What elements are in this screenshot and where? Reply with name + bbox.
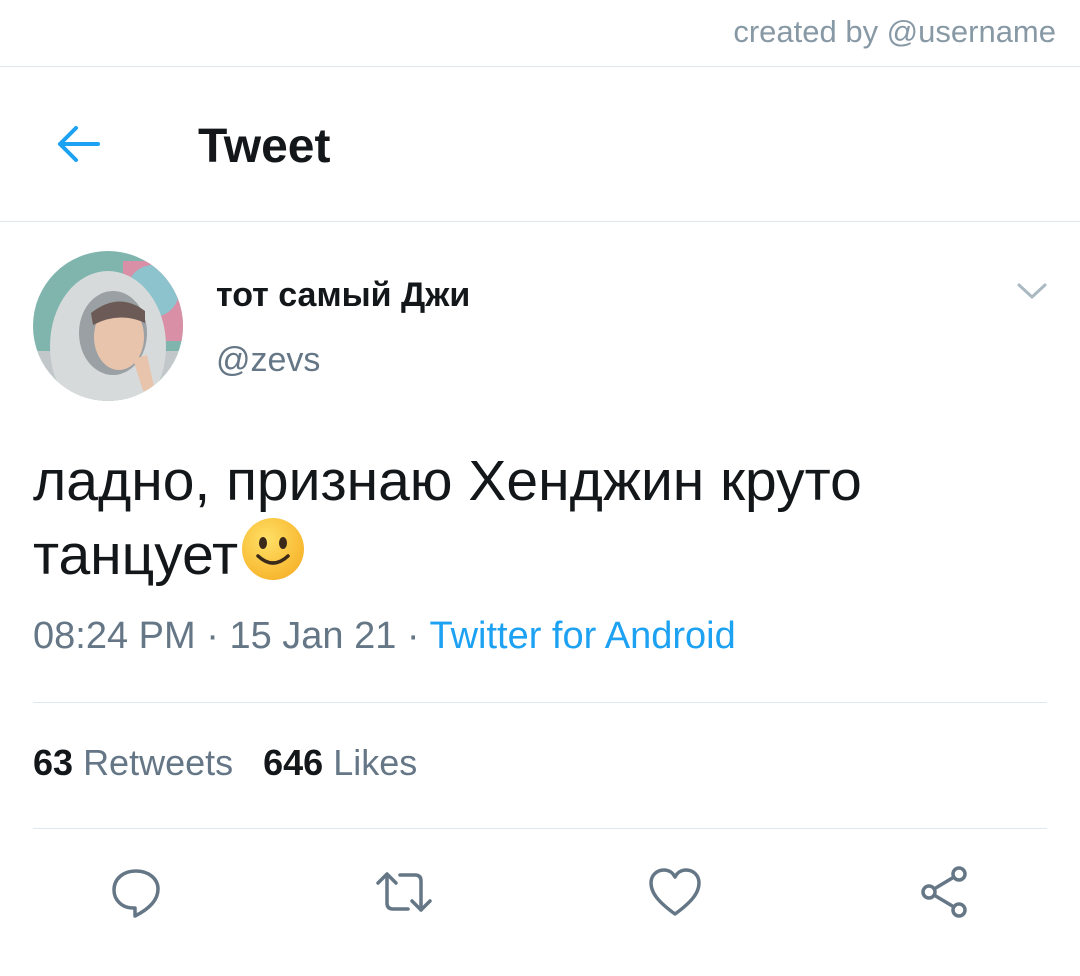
retweet-icon (376, 872, 432, 912)
author-display-name[interactable]: тот самый Джи (216, 276, 470, 315)
like-icon (649, 868, 701, 916)
stats-divider (33, 828, 1047, 829)
tweet-time: 08:24 PM (33, 615, 196, 657)
tweet-date: 15 Jan 21 (229, 615, 397, 657)
tweet-stats: 63 Retweets 646 Likes (33, 742, 417, 784)
tweet-detail-screen: created by @username Tweet тот самый Джи… (0, 0, 1080, 976)
tweet-text-content: ладно, признаю Хенджин круто танцует (33, 449, 862, 587)
retweet-button[interactable] (374, 862, 434, 922)
share-button[interactable] (914, 862, 974, 922)
retweets-label: Retweets (83, 742, 234, 783)
reply-button[interactable] (106, 862, 166, 922)
avatar-image (33, 251, 183, 401)
chevron-down-icon (1017, 283, 1047, 299)
meta-separator: · (195, 615, 230, 657)
avatar[interactable] (33, 251, 183, 401)
likes-label: Likes (333, 742, 418, 783)
meta-separator: · (396, 615, 430, 657)
top-divider (0, 66, 1080, 67)
likes-count: 646 (263, 742, 324, 783)
reply-icon (112, 869, 160, 918)
arrow-left-icon (58, 126, 100, 162)
likes-stat[interactable]: 646 Likes (263, 742, 417, 784)
tweet-source-link[interactable]: Twitter for Android (429, 615, 735, 657)
back-button[interactable] (48, 118, 108, 170)
meta-divider (33, 702, 1047, 703)
page-title: Tweet (198, 120, 331, 173)
watermark-text: created by @username (733, 14, 1056, 49)
tweet-text: ладно, признаю Хенджин круто танцует (33, 446, 1043, 598)
tweet-meta: 08:24 PM · 15 Jan 21 · Twitter for Andro… (33, 615, 736, 658)
share-icon (921, 866, 967, 918)
like-button[interactable] (645, 862, 705, 922)
author-handle[interactable]: @zevs (216, 341, 320, 380)
slightly-smiling-face-icon (240, 516, 306, 598)
retweets-count: 63 (33, 742, 74, 783)
header-divider (0, 221, 1080, 222)
retweets-stat[interactable]: 63 Retweets (33, 742, 233, 784)
tweet-menu-button[interactable] (1012, 276, 1052, 306)
